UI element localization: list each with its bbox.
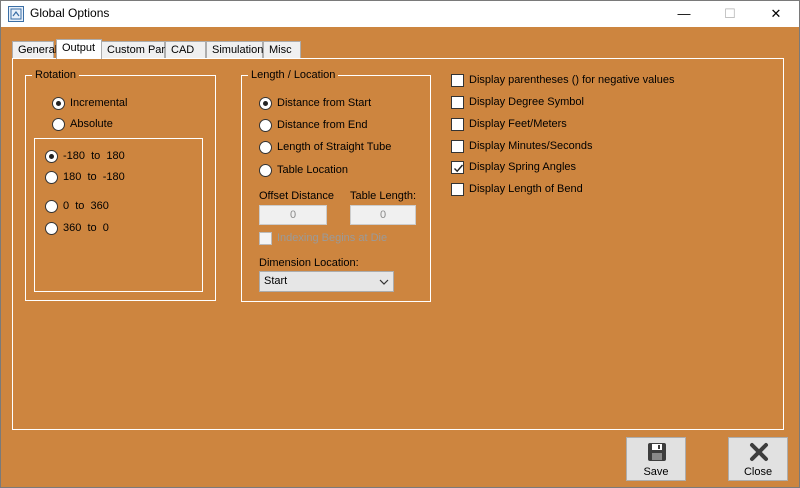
- radio-label: Absolute: [70, 118, 113, 130]
- close-icon: ✕: [770, 6, 782, 21]
- radio-indicator: [45, 200, 58, 213]
- radio-label: Table Location: [277, 164, 348, 176]
- window-title: Global Options: [30, 6, 110, 20]
- global-options-window: Global Options — ☐ ✕ General Output Cust…: [0, 0, 800, 488]
- dimension-location-label: Dimension Location:: [259, 257, 359, 269]
- radio-label: Distance from Start: [277, 97, 372, 109]
- tab-output[interactable]: Output: [56, 39, 102, 59]
- close-window-button[interactable]: ✕: [753, 1, 799, 27]
- dimension-location-value: Start: [264, 275, 288, 287]
- rotation-group: Rotation Incremental Absolute -180 to 18…: [25, 68, 216, 301]
- tab-simulation[interactable]: Simulation: [206, 41, 263, 58]
- checkbox-box: [451, 161, 464, 174]
- rotation-group-label: Rotation: [32, 68, 79, 82]
- table-length-label: Table Length:: [350, 190, 417, 202]
- checkbox-label: Display Length of Bend: [469, 183, 583, 195]
- maximize-icon: ☐: [724, 6, 736, 21]
- output-tab-page: Rotation Incremental Absolute -180 to 18…: [12, 58, 784, 430]
- close-x-icon: [748, 441, 770, 463]
- title-bar: Global Options — ☐ ✕: [1, 1, 799, 27]
- tab-misc[interactable]: Misc: [263, 41, 301, 58]
- checkbox-label: Display Degree Symbol: [469, 96, 584, 108]
- maximize-button[interactable]: ☐: [707, 1, 753, 27]
- checkbox-label: Indexing Begins at Die: [277, 232, 388, 244]
- radio-label: 0 to 360: [63, 200, 109, 212]
- checkbox-box: [451, 140, 464, 153]
- tab-cad[interactable]: CAD: [165, 41, 206, 58]
- checkbox-box: [451, 74, 464, 87]
- chevron-down-icon: [378, 272, 390, 291]
- offset-distance-label: Offset Distance: [259, 190, 334, 202]
- radio-label: 180 to -180: [63, 171, 125, 183]
- minimize-icon: —: [677, 6, 691, 21]
- checkbox-box: [259, 232, 272, 245]
- radio-label: -180 to 180: [63, 150, 125, 162]
- radio-indicator: [45, 171, 58, 184]
- radio-label: Length of Straight Tube: [277, 141, 392, 153]
- checkbox-label: Display parentheses () for negative valu…: [469, 74, 675, 86]
- checkbox-label: Display Spring Angles: [469, 161, 577, 173]
- radio-indicator: [52, 97, 65, 110]
- radio-indicator: [45, 222, 58, 235]
- tab-general[interactable]: General: [12, 41, 57, 58]
- checkbox-box: [451, 96, 464, 109]
- dimension-location-select[interactable]: Start: [259, 271, 394, 292]
- checkbox-box: [451, 183, 464, 196]
- radio-indicator: [45, 150, 58, 163]
- radio-label: 360 to 0: [63, 222, 109, 234]
- radio-indicator: [259, 97, 272, 110]
- close-button[interactable]: Close: [728, 437, 788, 481]
- radio-indicator: [52, 118, 65, 131]
- radio-indicator: [259, 141, 272, 154]
- save-button[interactable]: Save: [626, 437, 686, 481]
- close-button-label: Close: [743, 466, 773, 478]
- checkbox-label: Display Minutes/Seconds: [469, 140, 593, 152]
- check-mark-icon: [454, 164, 464, 173]
- radio-label: Distance from End: [277, 119, 368, 131]
- radio-indicator: [259, 119, 272, 132]
- length-location-group-label: Length / Location: [248, 68, 339, 82]
- floppy-disk-icon: [646, 441, 668, 463]
- radio-label: Incremental: [70, 97, 128, 109]
- save-button-label: Save: [643, 466, 669, 478]
- app-icon: [8, 6, 24, 22]
- length-location-group: Length / Location Distance from Start Di…: [241, 68, 431, 302]
- tab-custom-part[interactable]: Custom Part: [101, 41, 168, 58]
- table-length-input[interactable]: 0: [350, 205, 416, 225]
- offset-distance-input[interactable]: 0: [259, 205, 327, 225]
- rotation-range-group: -180 to 180 180 to -180 0 to 360 360 to …: [34, 138, 203, 292]
- minimize-button[interactable]: —: [661, 1, 707, 27]
- checkbox-label: Display Feet/Meters: [469, 118, 567, 130]
- radio-indicator: [259, 164, 272, 177]
- checkbox-box: [451, 118, 464, 131]
